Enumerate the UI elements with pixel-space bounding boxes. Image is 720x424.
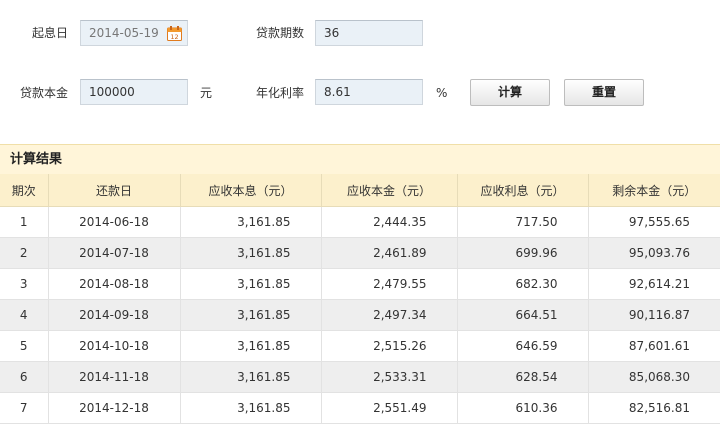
table-row: 6 2014-11-18 3,161.85 2,533.31 628.54 85…	[0, 361, 720, 393]
cell-remaining: 85,068.30	[587, 361, 720, 393]
table-row: 5 2014-10-18 3,161.85 2,515.26 646.59 87…	[0, 330, 720, 362]
table-header-row: 期次 还款日 应收本息（元） 应收本金（元） 应收利息（元） 剩余本金（元）	[0, 174, 720, 207]
start-date-label: 起息日	[32, 26, 69, 40]
principal-unit: 元	[200, 86, 213, 100]
cell-principal: 2,444.35	[320, 206, 458, 238]
period-input[interactable]: 36	[315, 20, 423, 46]
cell-principal: 2,479.55	[320, 268, 458, 300]
cell-principal: 2,461.89	[320, 237, 458, 269]
start-date-value: 2014-05-19	[89, 26, 159, 40]
cell-payment: 3,161.85	[179, 392, 322, 424]
table-row: 2 2014-07-18 3,161.85 2,461.89 699.96 95…	[0, 237, 720, 269]
cell-payment: 3,161.85	[179, 206, 322, 238]
cell-period: 1	[0, 206, 49, 238]
svg-text:12: 12	[170, 33, 178, 41]
calculate-button[interactable]: 计算	[470, 79, 550, 106]
cell-period: 6	[0, 361, 49, 393]
rate-unit: %	[436, 86, 448, 100]
results-title: 计算结果	[0, 144, 720, 174]
cell-due-date: 2014-06-18	[47, 206, 181, 238]
period-label: 贷款期数	[256, 26, 305, 40]
table-row: 3 2014-08-18 3,161.85 2,479.55 682.30 92…	[0, 268, 720, 300]
cell-remaining: 90,116.87	[587, 299, 720, 331]
cell-interest: 682.30	[456, 268, 589, 300]
cell-principal: 2,551.49	[320, 392, 458, 424]
cell-interest: 628.54	[456, 361, 589, 393]
header-period: 期次	[0, 174, 49, 207]
rate-label: 年化利率	[256, 86, 305, 100]
cell-period: 4	[0, 299, 49, 331]
calendar-icon[interactable]: 12	[167, 26, 182, 41]
cell-interest: 646.59	[456, 330, 589, 362]
cell-due-date: 2014-12-18	[47, 392, 181, 424]
cell-period: 3	[0, 268, 49, 300]
cell-payment: 3,161.85	[179, 268, 322, 300]
cell-due-date: 2014-08-18	[47, 268, 181, 300]
cell-due-date: 2014-10-18	[47, 330, 181, 362]
table-row: 4 2014-09-18 3,161.85 2,497.34 664.51 90…	[0, 299, 720, 331]
cell-payment: 3,161.85	[179, 361, 322, 393]
repayment-table: 期次 还款日 应收本息（元） 应收本金（元） 应收利息（元） 剩余本金（元） 1…	[0, 174, 720, 424]
cell-due-date: 2014-09-18	[47, 299, 181, 331]
reset-button[interactable]: 重置	[564, 79, 644, 106]
header-payment: 应收本息（元）	[179, 174, 322, 207]
cell-payment: 3,161.85	[179, 330, 322, 362]
cell-remaining: 97,555.65	[587, 206, 720, 238]
cell-interest: 717.50	[456, 206, 589, 238]
cell-principal: 2,497.34	[320, 299, 458, 331]
principal-label: 贷款本金	[20, 86, 69, 100]
cell-remaining: 87,601.61	[587, 330, 720, 362]
cell-period: 2	[0, 237, 49, 269]
cell-principal: 2,515.26	[320, 330, 458, 362]
cell-period: 7	[0, 392, 49, 424]
start-date-field[interactable]: 2014-05-19 12	[80, 20, 188, 46]
cell-remaining: 95,093.76	[587, 237, 720, 269]
table-row: 7 2014-12-18 3,161.85 2,551.49 610.36 82…	[0, 392, 720, 424]
cell-interest: 664.51	[456, 299, 589, 331]
cell-interest: 610.36	[456, 392, 589, 424]
cell-remaining: 82,516.81	[587, 392, 720, 424]
cell-due-date: 2014-11-18	[47, 361, 181, 393]
cell-due-date: 2014-07-18	[47, 237, 181, 269]
cell-payment: 3,161.85	[179, 299, 322, 331]
table-row: 1 2014-06-18 3,161.85 2,444.35 717.50 97…	[0, 206, 720, 238]
cell-payment: 3,161.85	[179, 237, 322, 269]
cell-interest: 699.96	[456, 237, 589, 269]
cell-period: 5	[0, 330, 49, 362]
header-due-date: 还款日	[47, 174, 181, 207]
cell-principal: 2,533.31	[320, 361, 458, 393]
header-interest: 应收利息（元）	[456, 174, 589, 207]
header-remaining: 剩余本金（元）	[587, 174, 720, 207]
rate-input[interactable]: 8.61	[315, 79, 423, 105]
principal-input[interactable]: 100000	[80, 79, 188, 105]
cell-remaining: 92,614.21	[587, 268, 720, 300]
header-principal: 应收本金（元）	[320, 174, 458, 207]
